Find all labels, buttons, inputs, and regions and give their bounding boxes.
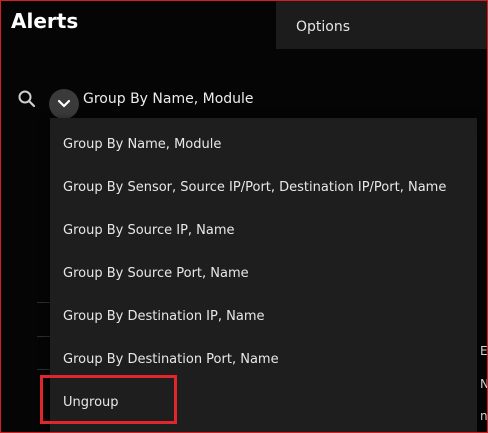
table-cell-clipped: E: [480, 344, 488, 358]
group-by-current-value[interactable]: Group By Name, Module: [83, 90, 254, 108]
table-row-divider: [37, 336, 50, 337]
page-title: Alerts: [11, 9, 79, 33]
menu-item-group-by-name-module[interactable]: Group By Name, Module: [50, 123, 477, 166]
menu-item-group-by-source-ip-name[interactable]: Group By Source IP, Name: [50, 209, 477, 252]
menu-item-group-by-source-port-name[interactable]: Group By Source Port, Name: [50, 252, 477, 295]
options-panel[interactable]: Options: [276, 1, 487, 49]
table-cell-clipped: n: [480, 409, 488, 423]
table-row-divider: [37, 302, 50, 303]
menu-item-group-by-destination-ip-name[interactable]: Group By Destination IP, Name: [50, 295, 477, 338]
table-row-divider: [37, 369, 50, 370]
group-by-toggle-button[interactable]: [49, 89, 79, 119]
app-window: Alerts Options Group By Name, Module E N…: [0, 0, 488, 433]
chevron-down-icon: [57, 99, 71, 108]
table-cell-clipped: N: [480, 377, 487, 391]
options-label[interactable]: Options: [296, 18, 350, 36]
menu-item-group-by-sensor-ip-port-name[interactable]: Group By Sensor, Source IP/Port, Destina…: [50, 166, 477, 209]
search-icon[interactable]: [17, 89, 37, 109]
ungroup-highlight-box: [40, 375, 177, 424]
